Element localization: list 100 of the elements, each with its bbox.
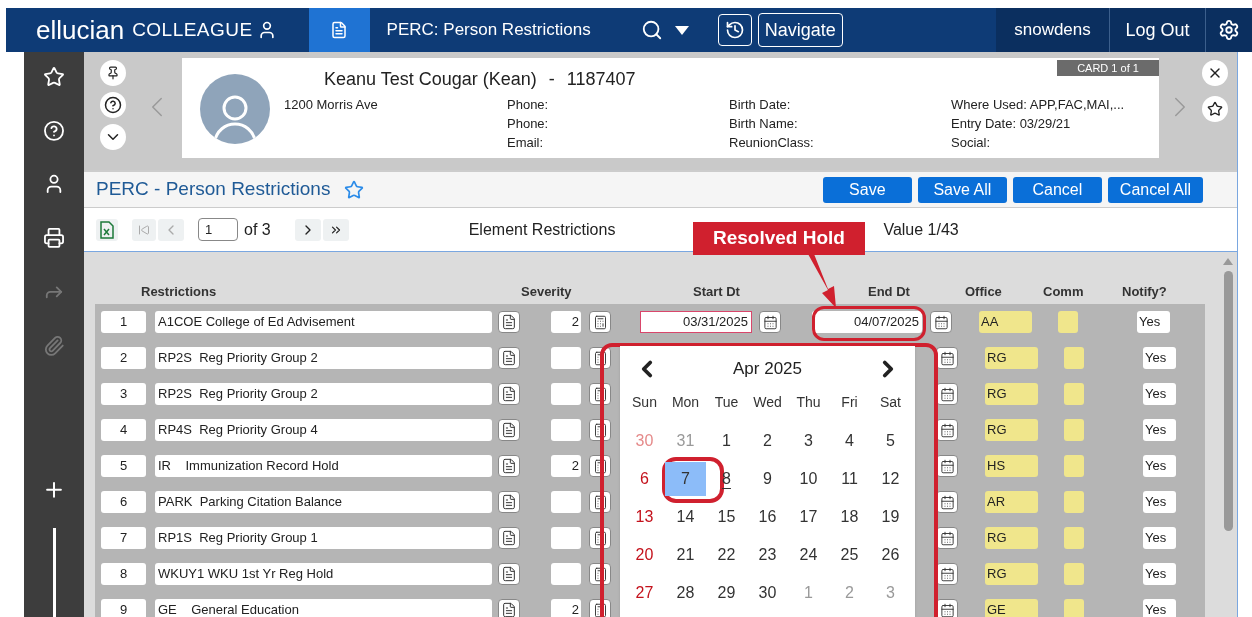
notify-field[interactable]: Yes (1143, 491, 1176, 513)
document-icon[interactable] (498, 527, 520, 549)
calendar-icon[interactable] (936, 347, 958, 369)
scrollbar-thumb[interactable] (1223, 271, 1233, 531)
document-icon[interactable] (498, 347, 520, 369)
favorite-button[interactable] (1202, 96, 1228, 122)
severity-field[interactable] (551, 527, 581, 549)
history-button[interactable] (717, 14, 752, 46)
form-action-button[interactable]: Cancel (1012, 176, 1102, 203)
restriction-field[interactable]: IR Immunization Record Hold (155, 455, 492, 477)
notify-field[interactable]: Yes (1143, 527, 1176, 549)
office-field[interactable]: GE (985, 599, 1038, 617)
calendar-day[interactable]: 21 (676, 543, 695, 567)
paperclip-icon[interactable] (43, 334, 65, 357)
comm-field[interactable] (1064, 491, 1084, 513)
notify-field[interactable]: Yes (1143, 347, 1176, 369)
document-icon[interactable] (498, 311, 520, 333)
calendar-day[interactable]: 23 (758, 543, 777, 567)
calendar-day[interactable]: 18 (840, 505, 859, 529)
calendar-day[interactable]: 9 (763, 467, 772, 491)
calendar-icon[interactable] (936, 383, 958, 405)
printer-icon[interactable] (43, 227, 65, 249)
calendar-icon[interactable] (936, 419, 958, 441)
calendar-icon[interactable] (936, 527, 958, 549)
office-field[interactable]: HS (985, 455, 1038, 477)
page-field[interactable]: 1 (198, 218, 238, 241)
severity-field[interactable]: 2 (551, 599, 581, 617)
close-button[interactable] (1202, 60, 1228, 86)
calendar-icon[interactable] (936, 599, 958, 617)
document-icon[interactable] (498, 419, 520, 441)
settings-icon[interactable] (1218, 19, 1240, 41)
comm-field[interactable] (1064, 455, 1084, 477)
calendar-day[interactable]: 5 (886, 429, 895, 453)
severity-field[interactable]: 2 (551, 455, 581, 477)
calendar-day[interactable]: 16 (758, 505, 777, 529)
navigate-button[interactable]: Navigate (757, 13, 843, 47)
calendar-day[interactable]: 28 (676, 581, 695, 605)
notify-field[interactable]: Yes (1143, 599, 1176, 617)
calendar-icon[interactable] (930, 311, 952, 333)
restriction-field[interactable]: RP2S Reg Priority Group 2 (155, 347, 492, 369)
restriction-field[interactable]: RP4S Reg Priority Group 4 (155, 419, 492, 441)
document-icon[interactable] (498, 455, 520, 477)
restriction-field[interactable]: GE General Education (155, 599, 492, 617)
calendar-day[interactable]: 19 (881, 505, 900, 529)
start-date-field[interactable]: 03/31/2025 (640, 311, 752, 333)
restriction-field[interactable]: RP1S Reg Priority Group 1 (155, 527, 492, 549)
restriction-field[interactable]: RP2S Reg Priority Group 2 (155, 383, 492, 405)
comm-field[interactable] (1064, 527, 1084, 549)
comm-field[interactable] (1064, 563, 1084, 585)
calendar-day[interactable]: 1 (722, 429, 731, 453)
logout-button[interactable]: Log Out (1110, 8, 1206, 52)
office-field[interactable]: RG (985, 419, 1038, 441)
star-icon[interactable] (43, 66, 65, 88)
severity-field[interactable] (551, 563, 581, 585)
comm-field[interactable] (1064, 599, 1084, 617)
severity-field[interactable]: 2 (551, 311, 581, 333)
severity-field[interactable] (551, 419, 581, 441)
document-icon[interactable] (498, 383, 520, 405)
calendar-day[interactable]: 14 (676, 505, 695, 529)
comm-field[interactable] (1064, 383, 1084, 405)
favorite-icon[interactable] (344, 179, 365, 200)
notify-field[interactable]: Yes (1143, 383, 1176, 405)
calendar-day[interactable]: 10 (799, 467, 818, 491)
form-action-button[interactable]: Save All (917, 176, 1007, 203)
calculator-icon[interactable] (589, 311, 611, 333)
severity-field[interactable] (551, 347, 581, 369)
severity-field[interactable] (551, 383, 581, 405)
end-date-field[interactable]: 04/07/2025 (812, 311, 922, 333)
last-page-button[interactable] (322, 218, 349, 241)
pin-icon[interactable] (106, 66, 120, 80)
document-icon[interactable] (498, 599, 520, 617)
calendar-day[interactable]: 30 (758, 581, 777, 605)
calendar-day[interactable]: 22 (717, 543, 736, 567)
calendar-day[interactable]: 3 (804, 429, 813, 453)
document-icon[interactable] (498, 491, 520, 513)
settings-button[interactable] (1206, 8, 1252, 52)
office-field[interactable]: RG (985, 563, 1038, 585)
calendar-icon[interactable] (759, 311, 781, 333)
calendar-icon[interactable] (936, 491, 958, 513)
severity-field[interactable] (551, 491, 581, 513)
restriction-field[interactable]: PARK Parking Citation Balance (155, 491, 492, 513)
restriction-field[interactable]: A1COE College of Ed Advisement (155, 311, 492, 333)
calendar-day[interactable]: 17 (799, 505, 818, 529)
star-icon[interactable] (1207, 101, 1223, 117)
calendar-day[interactable]: 20 (635, 543, 654, 567)
history-icon[interactable] (724, 20, 745, 40)
calendar-icon[interactable] (936, 455, 958, 477)
calendar-day[interactable]: 26 (881, 543, 900, 567)
comm-field[interactable] (1058, 311, 1078, 333)
sidebar-handle[interactable] (52, 528, 56, 617)
notify-field[interactable]: Yes (1137, 311, 1170, 333)
office-field[interactable]: RG (985, 383, 1038, 405)
search-icon[interactable] (640, 19, 663, 41)
notify-field[interactable]: Yes (1143, 455, 1176, 477)
document-icon[interactable] (330, 21, 349, 39)
calendar-icon[interactable] (936, 563, 958, 585)
document-icon[interactable] (498, 563, 520, 585)
calendar-day[interactable]: 29 (717, 581, 736, 605)
form-action-button[interactable]: Save (822, 176, 912, 203)
notify-field[interactable]: Yes (1143, 563, 1176, 585)
